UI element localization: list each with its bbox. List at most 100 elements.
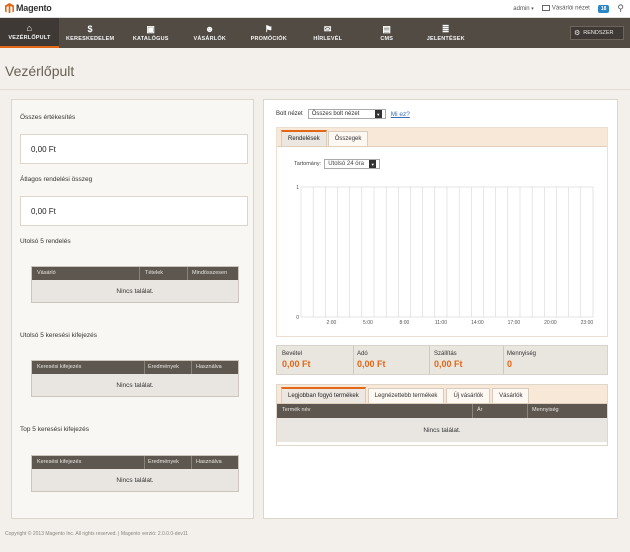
column-header[interactable]: Keresési kifejezés <box>37 459 81 465</box>
footer-copyright: Copyright © 2013 Magento Inc. All rights… <box>5 531 189 537</box>
nav-item-3[interactable]: ☻ VÁSÁRLÓK <box>180 18 239 48</box>
dashboard-right-column: Bolt nézet Összes bolt nézet ▼ Mi ez? Re… <box>263 99 618 519</box>
chevron-down-icon: ▾ <box>531 5 534 12</box>
top-searches-grid: Keresési kifejezés Eredmények Használva … <box>31 455 239 492</box>
nav-item-label: PROMÓCIÓK <box>250 36 287 42</box>
chevron-down-icon: ▼ <box>374 110 382 118</box>
y-tick-label: 0 <box>296 315 299 321</box>
admin-header: Magento admin ▾ Vásárlói nézet 18 ⚲ <box>0 0 630 18</box>
chart-panel: Rendelések Összegek Tartomány: Utolsó 24… <box>276 127 608 337</box>
nav-item-2[interactable]: ▣ KATALÓGUS <box>121 18 180 48</box>
product-tabs: Legjobban fogyó termékek Legnézettebb te… <box>277 385 607 404</box>
nav-item-label: KERESKEDELEM <box>66 36 115 42</box>
magento-logo[interactable]: Magento <box>5 3 52 13</box>
total-shipping: Szállítás 0,00 Ft <box>434 351 463 369</box>
column-header[interactable]: Használva <box>196 459 222 465</box>
total-quantity: Mennyiség 0 <box>507 351 536 369</box>
main-navigation: ⌂ VEZÉRLŐPULT $ KERESKEDELEM ▣ KATALÓGUS ☻ VÁSÁ… <box>0 18 630 48</box>
x-tick-label: 14:00 <box>471 320 484 326</box>
last-orders-label: Utolsó 5 rendelés <box>20 238 71 245</box>
empty-message: Nincs találat. <box>116 287 154 295</box>
grid-header: Keresési kifejezés Eredmények Használva <box>32 456 238 469</box>
x-tick-label: 17:00 <box>508 320 521 326</box>
total-value: 0 <box>507 359 513 369</box>
range-label: Tartomány: <box>294 161 322 167</box>
last-searches-grid: Keresési kifejezés Eredmények Használva … <box>31 360 239 397</box>
user-name: admin <box>513 5 530 12</box>
column-header[interactable]: Tételek <box>145 270 163 276</box>
customers-icon: ☻ <box>204 24 215 34</box>
column-header[interactable]: Használva <box>196 364 222 370</box>
total-revenue: Bevétel 0,00 Ft <box>282 351 311 369</box>
total-value: 0,00 Ft <box>357 359 386 369</box>
tab-amounts[interactable]: Összegek <box>327 131 369 146</box>
last-searches-label: Utolsó 5 keresési kifejezés <box>20 332 97 339</box>
document-icon: ▤ <box>382 24 392 34</box>
mail-icon: ✉ <box>323 24 332 34</box>
total-label: Bevétel <box>282 351 303 357</box>
gear-icon: ⚙ <box>574 30 581 37</box>
total-sales-label: Összes értékesítés <box>20 114 76 121</box>
nav-item-7[interactable]: ≣ JELENTÉSEK <box>416 18 475 48</box>
range-value: Utolsó 24 óra <box>328 161 364 167</box>
user-menu[interactable]: admin ▾ <box>513 6 534 12</box>
empty-message: Nincs találat. <box>116 381 154 389</box>
grid-header: Vásárló Tételek Mindösszesen <box>32 267 238 280</box>
y-tick-label: 1 <box>296 185 299 191</box>
store-view-label: Bolt nézet <box>276 111 303 117</box>
nav-item-5[interactable]: ✉ HÍRLEVÉL <box>298 18 357 48</box>
x-tick-label: 23:00 <box>581 320 594 326</box>
search-icon[interactable]: ⚲ <box>617 3 624 14</box>
nav-item-label: VEZÉRLŐPULT <box>8 35 51 41</box>
nav-item-6[interactable]: ▤ CMS <box>357 18 416 48</box>
column-header[interactable]: Eredmények <box>148 364 179 370</box>
nav-item-label: KATALÓGUS <box>132 36 169 42</box>
nav-item-0[interactable]: ⌂ VEZÉRLŐPULT <box>0 18 59 48</box>
x-tick-label: 20:00 <box>544 320 557 326</box>
nav-item-label: JELENTÉSEK <box>426 36 465 42</box>
total-value: 0,00 Ft <box>282 359 311 369</box>
total-tax: Adó 0,00 Ft <box>357 351 386 369</box>
x-tick-label: 2:00 <box>327 320 337 326</box>
magento-logo-icon <box>5 3 14 13</box>
column-header[interactable]: Mennyiség <box>532 407 559 413</box>
column-header[interactable]: Ár <box>477 407 483 413</box>
total-sales-value: 0,00 Ft <box>20 134 248 164</box>
system-menu[interactable]: ⚙ RENDSZER <box>570 26 624 40</box>
orders-chart: 0 1 2:00 5:00 8:00 11:00 14:00 17:00 20:00 23:00 <box>296 185 594 326</box>
nav-item-1[interactable]: $ KERESKEDELEM <box>59 18 121 48</box>
nav-item-label: HÍRLEVÉL <box>313 36 343 42</box>
storefront-link[interactable]: Vásárlói nézet <box>541 5 590 12</box>
totals-bar: Bevétel 0,00 Ft Adó 0,00 Ft Szállítás 0,… <box>276 345 608 375</box>
store-icon <box>541 5 550 12</box>
tab-customers[interactable]: Vásárlók <box>492 388 530 403</box>
last-orders-grid: Vásárló Tételek Mindösszesen Nincs talál… <box>31 266 239 303</box>
what-is-this-link[interactable]: Mi ez? <box>391 111 410 118</box>
flag-icon: ⚑ <box>264 24 273 34</box>
tab-most-viewed[interactable]: Legnézettebb termékek <box>367 388 445 403</box>
column-header[interactable]: Eredmények <box>148 459 179 465</box>
system-menu-label: RENDSZER <box>583 30 614 36</box>
column-header[interactable]: Mindösszesen <box>192 270 227 276</box>
store-view-value: Összes bolt nézet <box>311 111 360 117</box>
storefront-link-label: Vásárlói nézet <box>551 5 590 12</box>
tab-new-customers[interactable]: Új vásárlók <box>446 388 491 403</box>
chart-tabs: Rendelések Összegek <box>277 128 607 147</box>
tab-orders[interactable]: Rendelések <box>281 130 327 146</box>
tab-bestsellers[interactable]: Legjobban fogyó termékek <box>281 387 366 403</box>
nav-item-label: CMS <box>380 36 394 42</box>
home-icon: ⌂ <box>26 23 33 33</box>
page-title: Vezérlőpult <box>0 48 630 90</box>
total-value: 0,00 Ft <box>434 359 463 369</box>
x-tick-label: 8:00 <box>400 320 410 326</box>
store-view-select[interactable]: Összes bolt nézet ▼ <box>307 109 386 119</box>
nav-item-4[interactable]: ⚑ PROMÓCIÓK <box>239 18 298 48</box>
column-header[interactable]: Vásárló <box>37 270 56 276</box>
notifications-badge[interactable]: 18 <box>597 4 610 13</box>
range-select[interactable]: Utolsó 24 óra ▼ <box>324 159 381 169</box>
empty-message: Nincs találat. <box>277 418 607 442</box>
products-panel: Legjobban fogyó termékek Legnézettebb te… <box>276 384 608 446</box>
column-header[interactable]: Keresési kifejezés <box>37 364 81 370</box>
column-header[interactable]: Termék név <box>282 407 310 413</box>
avg-order-label: Átlagos rendelési összeg <box>20 176 93 183</box>
